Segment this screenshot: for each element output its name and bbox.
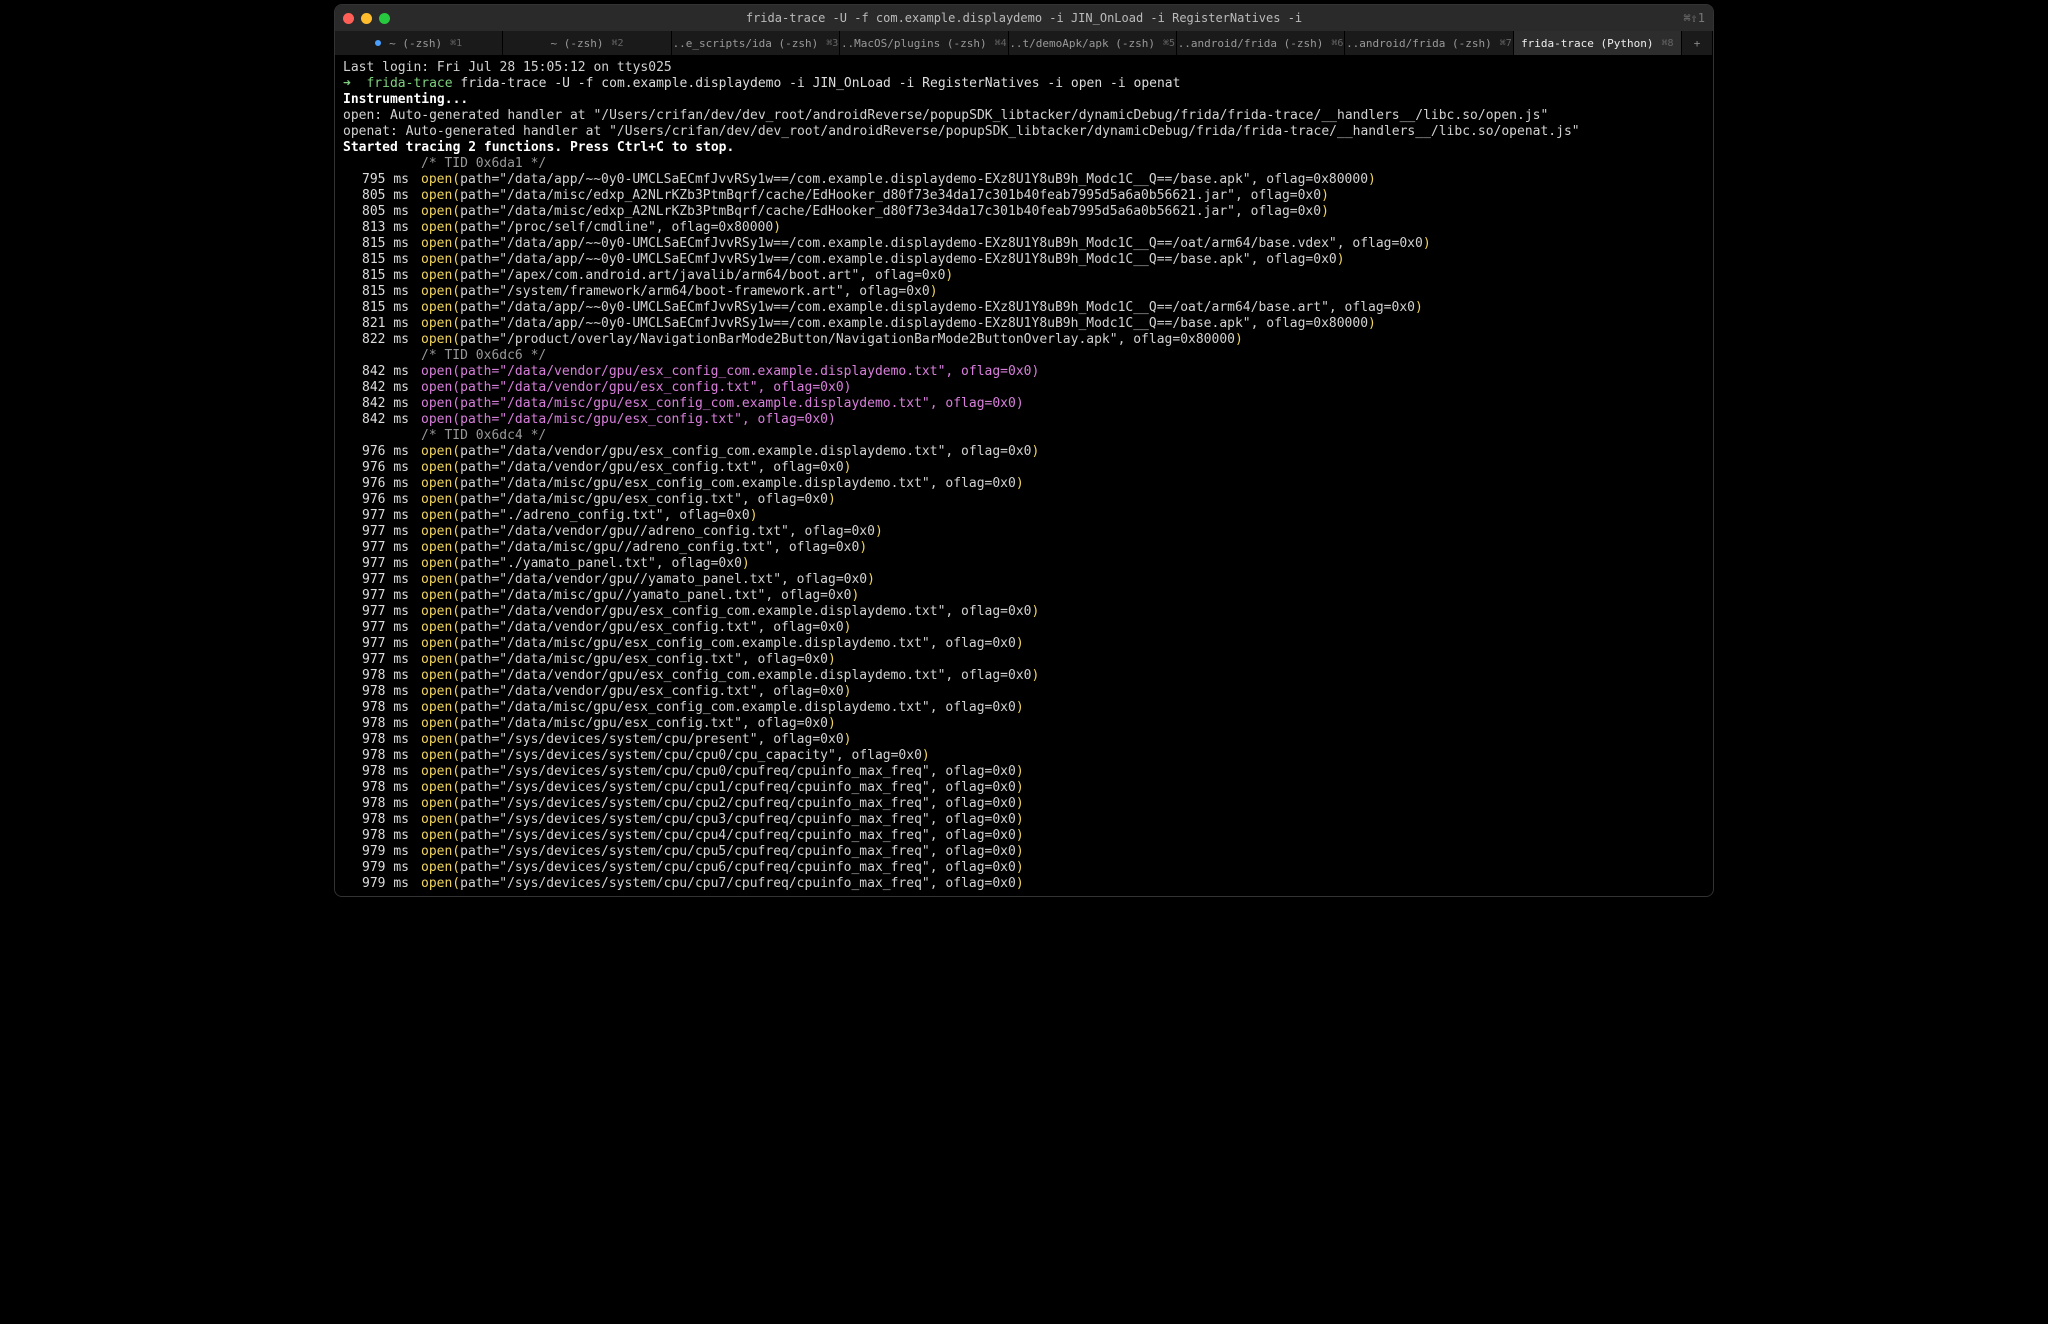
terminal-line: 977 msopen(path="/data/misc/gpu//adreno_… [343,540,1705,556]
terminal-line: Last login: Fri Jul 28 15:05:12 on ttys0… [343,60,1705,76]
terminal-line: 978 msopen(path="/data/misc/gpu/esx_conf… [343,700,1705,716]
terminal-line: 978 msopen(path="/sys/devices/system/cpu… [343,812,1705,828]
terminal-line: 815 msopen(path="/data/app/~~0y0-UMCLSaE… [343,300,1705,316]
terminal-line: 977 msopen(path="./adreno_config.txt", o… [343,508,1705,524]
terminal-line: Instrumenting... [343,92,1705,108]
activity-dot-icon [375,40,381,46]
terminal-line: ➜ frida-trace frida-trace -U -f com.exam… [343,76,1705,92]
terminal-line: 978 msopen(path="/sys/devices/system/cpu… [343,828,1705,844]
terminal-line: 979 msopen(path="/sys/devices/system/cpu… [343,860,1705,876]
tab-shortcut: ⌘4 [995,38,1007,49]
terminal-line: 976 msopen(path="/data/misc/gpu/esx_conf… [343,476,1705,492]
terminal-line: 977 msopen(path="/data/misc/gpu//yamato_… [343,588,1705,604]
tab-label: ~ (-zsh) [551,37,604,50]
traffic-lights [343,13,390,24]
tab-shortcut: ⌘5 [1163,38,1175,49]
tab-label: ..android/frida (-zsh) [1178,37,1324,50]
terminal-line: 978 msopen(path="/data/vendor/gpu/esx_co… [343,684,1705,700]
minimize-icon[interactable] [361,13,372,24]
tab[interactable]: ..MacOS/plugins (-zsh) ⌘4 [840,31,1008,55]
terminal-line: 805 msopen(path="/data/misc/edxp_A2NLrKZ… [343,188,1705,204]
tab-label: ..t/demoApk/apk (-zsh) [1009,37,1155,50]
terminal-line: 977 msopen(path="/data/misc/gpu/esx_conf… [343,652,1705,668]
tab[interactable]: ~ (-zsh) ⌘1 [335,31,503,55]
terminal-line: 821 msopen(path="/data/app/~~0y0-UMCLSaE… [343,316,1705,332]
terminal-line: 815 msopen(path="/data/app/~~0y0-UMCLSaE… [343,236,1705,252]
tab-shortcut: ⌘3 [826,38,838,49]
terminal-line: 842 msopen(path="/data/misc/gpu/esx_conf… [343,412,1705,428]
terminal-line: 815 msopen(path="/apex/com.android.art/j… [343,268,1705,284]
terminal-line: 978 msopen(path="/data/misc/gpu/esx_conf… [343,716,1705,732]
terminal-line: open: Auto-generated handler at "/Users/… [343,108,1705,124]
terminal-line: 978 msopen(path="/sys/devices/system/cpu… [343,732,1705,748]
terminal-line: 815 msopen(path="/data/app/~~0y0-UMCLSaE… [343,252,1705,268]
tab-bar: ~ (-zsh) ⌘1 ~ (-zsh) ⌘2 ..e_scripts/ida (-zs… [335,31,1713,56]
terminal-line: 842 msopen(path="/data/misc/gpu/esx_conf… [343,396,1705,412]
tab-label: ..android/frida (-zsh) [1346,37,1492,50]
terminal-line: 978 msopen(path="/sys/devices/system/cpu… [343,748,1705,764]
terminal-line: 979 msopen(path="/sys/devices/system/cpu… [343,876,1705,892]
terminal-line: /* TID 0x6dc6 */ [343,348,1705,364]
terminal-line: 979 msopen(path="/sys/devices/system/cpu… [343,844,1705,860]
tab[interactable]: ..android/frida (-zsh) ⌘7 [1345,31,1513,55]
tab-shortcut: ⌘6 [1331,38,1343,49]
terminal-line: 813 msopen(path="/proc/self/cmdline", of… [343,220,1705,236]
tab-shortcut: ⌘7 [1500,38,1512,49]
terminal-line: 842 msopen(path="/data/vendor/gpu/esx_co… [343,380,1705,396]
terminal-line: 977 msopen(path="/data/vendor/gpu//adren… [343,524,1705,540]
tab[interactable]: ~ (-zsh) ⌘2 [503,31,671,55]
terminal-line: /* TID 0x6da1 */ [343,156,1705,172]
tab-shortcut: ⌘2 [612,38,624,49]
terminal-line: Started tracing 2 functions. Press Ctrl+… [343,140,1705,156]
terminal-line: 978 msopen(path="/sys/devices/system/cpu… [343,764,1705,780]
tab[interactable]: ..e_scripts/ida (-zsh) ⌘3 [672,31,840,55]
terminal-line: 976 msopen(path="/data/vendor/gpu/esx_co… [343,460,1705,476]
terminal-line: 976 msopen(path="/data/vendor/gpu/esx_co… [343,444,1705,460]
terminal-line: 842 msopen(path="/data/vendor/gpu/esx_co… [343,364,1705,380]
terminal-line: 977 msopen(path="/data/vendor/gpu//yamat… [343,572,1705,588]
tab-shortcut: ⌘8 [1662,38,1674,49]
terminal-line: 822 msopen(path="/product/overlay/Naviga… [343,332,1705,348]
titlebar: frida-trace -U -f com.example.displaydem… [335,5,1713,31]
terminal-line: 978 msopen(path="/data/vendor/gpu/esx_co… [343,668,1705,684]
zoom-icon[interactable] [379,13,390,24]
tab[interactable]: frida-trace (Python) ⌘8 [1514,31,1682,55]
terminal-line: 805 msopen(path="/data/misc/edxp_A2NLrKZ… [343,204,1705,220]
tab-shortcut: ⌘1 [450,38,462,49]
tab-label: ~ (-zsh) [389,37,442,50]
close-icon[interactable] [343,13,354,24]
terminal-line: 977 msopen(path="/data/misc/gpu/esx_conf… [343,636,1705,652]
window-shortcut: ⌘⇧1 [1683,11,1705,25]
window-title: frida-trace -U -f com.example.displaydem… [746,11,1302,25]
terminal-line: 977 msopen(path="./yamato_panel.txt", of… [343,556,1705,572]
terminal-output[interactable]: Last login: Fri Jul 28 15:05:12 on ttys0… [335,56,1713,896]
terminal-line: /* TID 0x6dc4 */ [343,428,1705,444]
terminal-line: 977 msopen(path="/data/vendor/gpu/esx_co… [343,620,1705,636]
terminal-window: frida-trace -U -f com.example.displaydem… [334,4,1714,897]
terminal-line: 976 msopen(path="/data/misc/gpu/esx_conf… [343,492,1705,508]
terminal-line: 795 msopen(path="/data/app/~~0y0-UMCLSaE… [343,172,1705,188]
terminal-line: 977 msopen(path="/data/vendor/gpu/esx_co… [343,604,1705,620]
new-tab-button[interactable]: + [1682,31,1713,55]
tab-label: frida-trace (Python) [1521,37,1653,50]
terminal-line: openat: Auto-generated handler at "/User… [343,124,1705,140]
tab-label: ..e_scripts/ida (-zsh) [673,37,819,50]
tab[interactable]: ..t/demoApk/apk (-zsh) ⌘5 [1009,31,1177,55]
terminal-line: 978 msopen(path="/sys/devices/system/cpu… [343,780,1705,796]
tab[interactable]: ..android/frida (-zsh) ⌘6 [1177,31,1345,55]
tab-label: ..MacOS/plugins (-zsh) [841,37,987,50]
terminal-line: 978 msopen(path="/sys/devices/system/cpu… [343,796,1705,812]
terminal-line: 815 msopen(path="/system/framework/arm64… [343,284,1705,300]
